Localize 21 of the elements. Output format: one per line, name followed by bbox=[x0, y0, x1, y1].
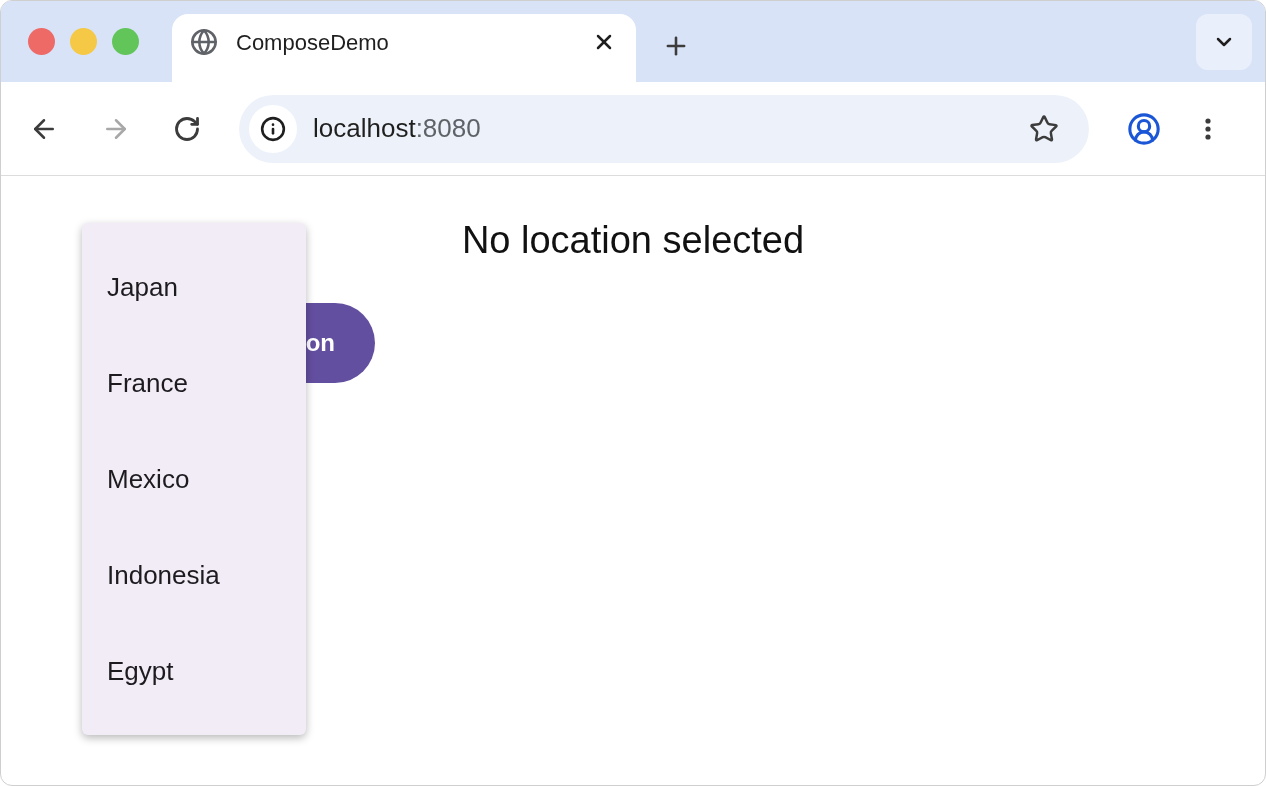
site-info-button[interactable] bbox=[249, 104, 297, 153]
more-icon bbox=[1205, 117, 1211, 140]
profile-icon bbox=[1127, 111, 1161, 146]
menu-item[interactable]: Indonesia bbox=[82, 527, 306, 623]
bookmark-star-icon[interactable] bbox=[1029, 113, 1059, 144]
url-host: localhost bbox=[313, 112, 416, 145]
globe-icon bbox=[190, 28, 218, 56]
address-bar[interactable]: localhost:8080 bbox=[239, 94, 1089, 163]
profile-button[interactable] bbox=[1127, 111, 1161, 146]
browser-tab[interactable]: ComposeDemo bbox=[172, 14, 636, 82]
menu-item[interactable]: Egypt bbox=[82, 623, 306, 719]
url-port: :8080 bbox=[415, 112, 481, 145]
menu-button[interactable] bbox=[1205, 117, 1211, 140]
reload-icon bbox=[173, 114, 201, 143]
menu-item[interactable]: Mexico bbox=[82, 431, 306, 527]
status-text: No location selected bbox=[461, 218, 805, 263]
menu-item[interactable]: Japan bbox=[82, 239, 306, 335]
menu-item[interactable]: France bbox=[82, 335, 306, 431]
reload-button[interactable] bbox=[173, 114, 201, 143]
info-icon bbox=[260, 115, 286, 142]
tab-title: ComposeDemo bbox=[236, 28, 389, 57]
